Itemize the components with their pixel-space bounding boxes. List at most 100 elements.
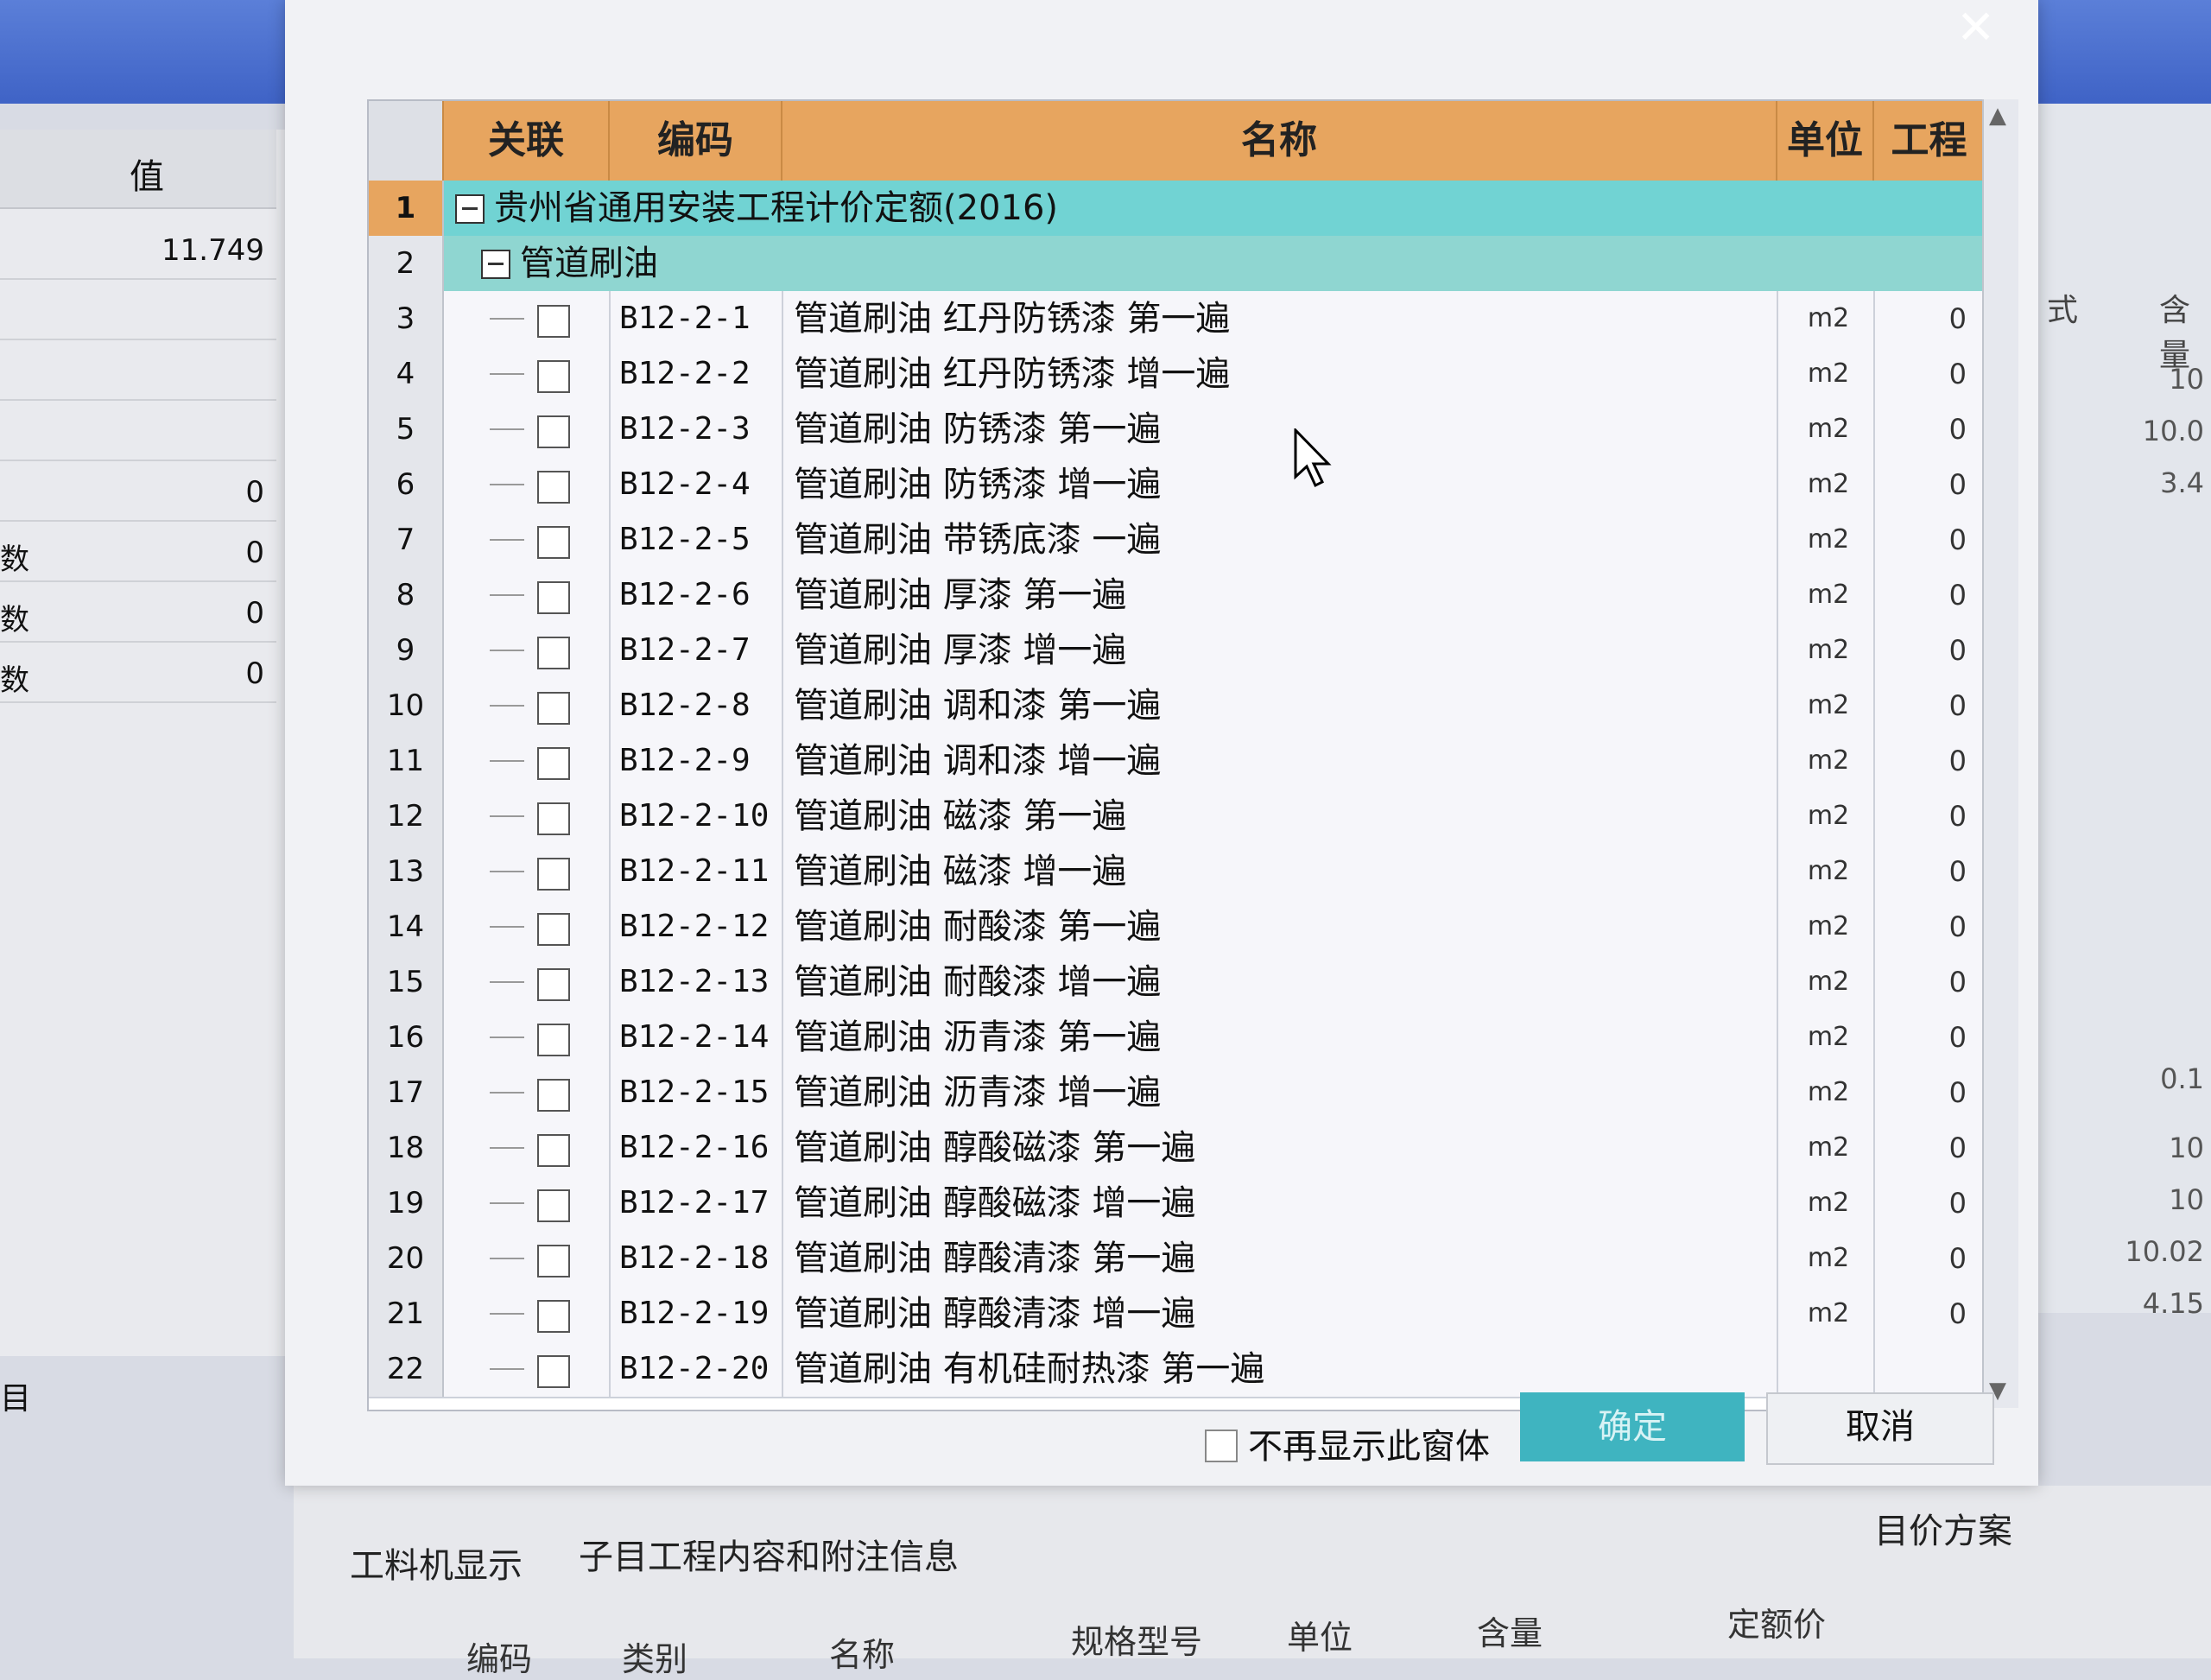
column-divider bbox=[782, 402, 783, 457]
quota-item-row[interactable]: 11 B12-2-9 管道刷油 调和漆 增一遍 m2 0 bbox=[369, 733, 1984, 790]
relation-checkbox[interactable] bbox=[537, 968, 570, 1001]
quota-quantity[interactable]: 0 bbox=[1949, 954, 1967, 1010]
relation-checkbox[interactable] bbox=[537, 415, 570, 448]
bottom-column-header: 单位 bbox=[1287, 1619, 1353, 1657]
row-number: 22 bbox=[369, 1341, 444, 1397]
column-divider bbox=[782, 346, 783, 402]
relation-checkbox[interactable] bbox=[537, 360, 570, 393]
row-number: 5 bbox=[369, 402, 444, 457]
ok-button[interactable]: 确定 bbox=[1520, 1392, 1745, 1461]
tree-connector bbox=[490, 1037, 524, 1038]
relation-checkbox[interactable] bbox=[537, 1024, 570, 1056]
dont-show-again-checkbox[interactable] bbox=[1205, 1430, 1238, 1462]
quota-item-row[interactable]: 6 B12-2-4 管道刷油 防锈漆 增一遍 m2 0 bbox=[369, 457, 1984, 514]
column-divider bbox=[609, 402, 611, 457]
quota-quantity[interactable]: 0 bbox=[1949, 899, 1967, 954]
tab-subitem-content[interactable]: 子目工程内容和附注信息 bbox=[579, 1529, 959, 1579]
quota-quantity[interactable]: 0 bbox=[1949, 623, 1967, 678]
quota-quantity[interactable]: 0 bbox=[1949, 678, 1967, 733]
row-number: 7 bbox=[369, 512, 444, 567]
row-number: 13 bbox=[369, 844, 444, 899]
column-header-code[interactable]: 编码 bbox=[610, 101, 782, 181]
column-divider bbox=[1777, 291, 1778, 346]
quota-item-row[interactable]: 14 B12-2-12 管道刷油 耐酸漆 第一遍 m2 0 bbox=[369, 899, 1984, 956]
close-icon[interactable]: ✕ bbox=[1956, 0, 1995, 54]
group-row-pipe-painting[interactable]: 2 管道刷油 bbox=[369, 236, 1984, 293]
quota-quantity[interactable]: 0 bbox=[1949, 512, 1967, 567]
quota-item-row[interactable]: 9 B12-2-7 管道刷油 厚漆 增一遍 m2 0 bbox=[369, 623, 1984, 680]
quota-item-row[interactable]: 19 B12-2-17 管道刷油 醇酸磁漆 增一遍 m2 0 bbox=[369, 1176, 1984, 1233]
relation-checkbox[interactable] bbox=[537, 637, 570, 669]
quota-item-row[interactable]: 18 B12-2-16 管道刷油 醇酸磁漆 第一遍 m2 0 bbox=[369, 1120, 1984, 1177]
relation-checkbox[interactable] bbox=[537, 913, 570, 946]
quota-name: 管道刷油 防锈漆 第一遍 bbox=[794, 409, 1162, 449]
relation-checkbox[interactable] bbox=[537, 1134, 570, 1167]
relation-checkbox[interactable] bbox=[537, 1189, 570, 1222]
quota-item-row[interactable]: 12 B12-2-10 管道刷油 磁漆 第一遍 m2 0 bbox=[369, 789, 1984, 846]
quota-item-row[interactable]: 7 B12-2-5 管道刷油 带锈底漆 一遍 m2 0 bbox=[369, 512, 1984, 569]
quota-quantity[interactable]: 0 bbox=[1949, 789, 1967, 844]
group-row-quota-book[interactable]: 1 贵州省通用安装工程计价定额(2016) bbox=[369, 181, 1984, 238]
quota-item-row[interactable]: 16 B12-2-14 管道刷油 沥青漆 第一遍 m2 0 bbox=[369, 1010, 1984, 1067]
scroll-up-arrow-icon[interactable]: ▲ bbox=[1989, 103, 2006, 129]
quota-quantity[interactable]: 0 bbox=[1949, 457, 1967, 512]
quota-quantity[interactable]: 0 bbox=[1949, 1231, 1967, 1286]
relation-checkbox[interactable] bbox=[537, 692, 570, 725]
relation-checkbox[interactable] bbox=[537, 1079, 570, 1112]
relation-checkbox[interactable] bbox=[537, 1245, 570, 1277]
quota-quantity[interactable]: 0 bbox=[1949, 1286, 1967, 1341]
relation-checkbox[interactable] bbox=[537, 581, 570, 614]
quota-quantity[interactable]: 0 bbox=[1949, 1176, 1967, 1231]
quota-item-row[interactable]: 13 B12-2-11 管道刷油 磁漆 增一遍 m2 0 bbox=[369, 844, 1984, 901]
column-header-unit[interactable]: 单位 bbox=[1777, 101, 1874, 181]
relation-checkbox[interactable] bbox=[537, 1355, 570, 1388]
quota-quantity[interactable]: 0 bbox=[1949, 291, 1967, 346]
collapse-icon[interactable] bbox=[481, 250, 510, 279]
quota-item-row[interactable]: 10 B12-2-8 管道刷油 调和漆 第一遍 m2 0 bbox=[369, 678, 1984, 735]
quota-item-row[interactable]: 20 B12-2-18 管道刷油 醇酸清漆 第一遍 m2 0 bbox=[369, 1231, 1984, 1288]
quota-item-row[interactable]: 5 B12-2-3 管道刷油 防锈漆 第一遍 m2 0 bbox=[369, 402, 1984, 459]
tab-material-display[interactable]: 工料机显示 bbox=[350, 1537, 523, 1588]
quota-item-row[interactable]: 15 B12-2-13 管道刷油 耐酸漆 增一遍 m2 0 bbox=[369, 954, 1984, 1011]
column-divider bbox=[1873, 678, 1875, 733]
relation-checkbox[interactable] bbox=[537, 747, 570, 780]
row-number: 20 bbox=[369, 1231, 444, 1286]
quota-quantity[interactable]: 0 bbox=[1949, 1010, 1967, 1065]
relation-checkbox[interactable] bbox=[537, 526, 570, 559]
relation-checkbox[interactable] bbox=[537, 802, 570, 835]
column-divider bbox=[609, 1341, 611, 1397]
quota-quantity[interactable]: 0 bbox=[1949, 346, 1967, 402]
relation-checkbox[interactable] bbox=[537, 305, 570, 338]
quota-item-row[interactable]: 21 B12-2-19 管道刷油 醇酸清漆 增一遍 m2 0 bbox=[369, 1286, 1984, 1343]
right-panel-value: 3.4 bbox=[2160, 466, 2204, 499]
quota-unit: m2 bbox=[1807, 524, 1850, 555]
relation-checkbox[interactable] bbox=[537, 471, 570, 504]
quota-quantity[interactable]: 0 bbox=[1949, 402, 1967, 457]
quota-item-row[interactable]: 22 B12-2-20 管道刷油 有机硅耐热漆 第一遍 bbox=[369, 1341, 1984, 1398]
column-divider bbox=[609, 346, 611, 402]
column-header-quantity[interactable]: 工程量 bbox=[1874, 101, 1984, 242]
quota-item-row[interactable]: 4 B12-2-2 管道刷油 红丹防锈漆 增一遍 m2 0 bbox=[369, 346, 1984, 403]
quota-quantity[interactable]: 0 bbox=[1949, 1120, 1967, 1176]
cancel-button[interactable]: 取消 bbox=[1766, 1392, 1994, 1465]
quota-quantity[interactable]: 0 bbox=[1949, 844, 1967, 899]
column-header-name[interactable]: 名称 bbox=[782, 101, 1777, 181]
relation-checkbox[interactable] bbox=[537, 1300, 570, 1333]
quota-code: B12-2-10 bbox=[619, 798, 770, 834]
column-divider bbox=[1873, 789, 1875, 844]
quota-item-row[interactable]: 8 B12-2-6 管道刷油 厚漆 第一遍 m2 0 bbox=[369, 567, 1984, 624]
quota-item-row[interactable]: 17 B12-2-15 管道刷油 沥青漆 增一遍 m2 0 bbox=[369, 1065, 1984, 1122]
relation-checkbox[interactable] bbox=[537, 858, 570, 891]
quota-item-row[interactable]: 3 B12-2-1 管道刷油 红丹防锈漆 第一遍 m2 0 bbox=[369, 291, 1984, 348]
quota-unit: m2 bbox=[1807, 690, 1850, 720]
vertical-scrollbar[interactable]: ▲ ▼ bbox=[1982, 99, 2018, 1408]
row-number: 17 bbox=[369, 1065, 444, 1120]
column-header-relation[interactable]: 关联 bbox=[444, 101, 610, 181]
quota-code: B12-2-11 bbox=[619, 853, 770, 889]
quota-quantity[interactable]: 0 bbox=[1949, 567, 1967, 623]
collapse-icon[interactable] bbox=[455, 194, 485, 224]
quota-quantity[interactable]: 0 bbox=[1949, 1065, 1967, 1120]
column-divider bbox=[1873, 899, 1875, 954]
column-divider bbox=[1873, 623, 1875, 678]
quota-quantity[interactable]: 0 bbox=[1949, 733, 1967, 789]
